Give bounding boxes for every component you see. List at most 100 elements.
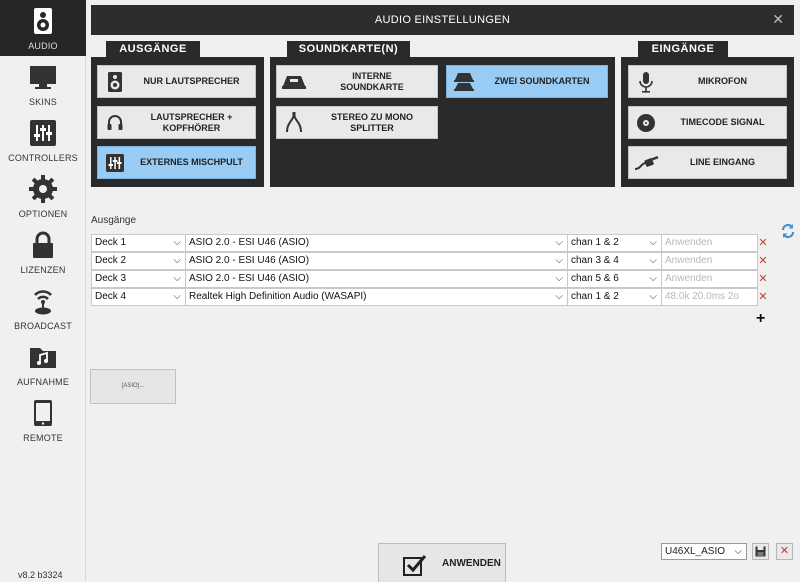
option-nur-lautsprecher[interactable]: NUR LAUTSPRECHER bbox=[97, 65, 256, 98]
panel-soundkarte: INTERNE SOUNDKARTE ZWEI SOUNDKARTEN STER… bbox=[270, 57, 615, 187]
chevron-down-icon: ⌵ bbox=[173, 237, 181, 248]
line-cable-icon bbox=[629, 147, 663, 178]
lock-icon bbox=[33, 231, 53, 258]
table-row: Deck 4 ⌵ Realtek High Definition Audio (W… bbox=[91, 288, 758, 306]
apply-label: ANWENDEN bbox=[442, 558, 501, 569]
option-timecode-signal[interactable]: TIMECODE SIGNAL bbox=[628, 106, 787, 139]
delete-preset-button[interactable]: ✕ bbox=[776, 543, 793, 560]
chevron-down-icon: ⌵ bbox=[555, 237, 563, 248]
option-interne-soundkarte[interactable]: INTERNE SOUNDKARTE bbox=[276, 65, 438, 98]
row-info: 48.0k 20.0ms 2o bbox=[661, 288, 758, 306]
option-label: NUR LAUTSPRECHER bbox=[143, 76, 240, 86]
channel-select[interactable]: chan 5 & 6 ⌵ bbox=[567, 270, 662, 288]
chevron-down-icon: ⌵ bbox=[555, 291, 563, 302]
sidebar-item-skins[interactable]: SKINS bbox=[0, 56, 86, 112]
sidebar-item-remote[interactable]: REMOTE bbox=[0, 392, 86, 448]
option-label: ZWEI SOUNDKARTEN bbox=[494, 76, 590, 86]
option-label: STEREO ZU MONO SPLITTER bbox=[330, 111, 413, 133]
row-info: Anwenden bbox=[661, 234, 758, 252]
delete-row-button[interactable]: ✕ bbox=[758, 252, 768, 270]
sidebar-item-label: LIZENZEN bbox=[20, 265, 66, 275]
vinyl-icon bbox=[629, 107, 663, 138]
sidebar-item-label: AUDIO bbox=[28, 41, 58, 51]
channel-select[interactable]: chan 3 & 4 ⌵ bbox=[567, 252, 662, 270]
panel-eingaenge: MIKROFON TIMECODE SIGNAL LINE EINGANG bbox=[621, 57, 794, 187]
chevron-down-icon: ⌵ bbox=[173, 273, 181, 284]
asio-config-button[interactable]: [ASIO]... bbox=[90, 369, 176, 404]
option-stereo-zu-mono-splitter[interactable]: STEREO ZU MONO SPLITTER bbox=[276, 106, 438, 139]
speaker-icon bbox=[34, 8, 52, 34]
panel-title-eingaenge: EINGÄNGE bbox=[638, 41, 728, 58]
chevron-down-icon: ⌵ bbox=[734, 546, 742, 557]
dual-soundcard-icon bbox=[447, 66, 481, 97]
chevron-down-icon: ⌵ bbox=[649, 291, 657, 302]
sidebar: AUDIO SKINS CONTROLLERS OPTIONEN LIZENZE… bbox=[0, 0, 86, 582]
chevron-down-icon: ⌵ bbox=[555, 255, 563, 266]
table-row: Deck 3 ⌵ ASIO 2.0 - ESI U46 (ASIO) ⌵ chan … bbox=[91, 270, 758, 288]
option-label: INTERNE SOUNDKARTE bbox=[340, 70, 404, 92]
option-label: LAUTSPRECHER + KOPFHÖRER bbox=[150, 111, 233, 133]
soundcard-icon bbox=[277, 66, 311, 97]
apply-button[interactable]: ANWENDEN bbox=[378, 543, 506, 582]
sidebar-item-lizenzen[interactable]: LIZENZEN bbox=[0, 224, 86, 280]
deck-select[interactable]: Deck 1 ⌵ bbox=[91, 234, 186, 252]
close-button[interactable]: ✕ bbox=[772, 11, 784, 27]
chevron-down-icon: ⌵ bbox=[173, 255, 181, 266]
refresh-icon[interactable] bbox=[780, 222, 796, 240]
option-mikrofon[interactable]: MIKROFON bbox=[628, 65, 787, 98]
device-select[interactable]: ASIO 2.0 - ESI U46 (ASIO) ⌵ bbox=[185, 252, 568, 270]
option-zwei-soundkarten[interactable]: ZWEI SOUNDKARTEN bbox=[446, 65, 608, 98]
option-label: TIMECODE SIGNAL bbox=[680, 117, 765, 127]
dialog-header: AUDIO EINSTELLUNGEN ✕ bbox=[91, 5, 794, 35]
panel-ausgaenge: NUR LAUTSPRECHER LAUTSPRECHER + KOPFHÖRE… bbox=[91, 57, 264, 187]
delete-row-button[interactable]: ✕ bbox=[758, 270, 768, 288]
preset-select[interactable]: U46XL_ASIO ⌵ bbox=[661, 543, 747, 560]
table-row: Deck 2 ⌵ ASIO 2.0 - ESI U46 (ASIO) ⌵ chan … bbox=[91, 252, 758, 270]
save-preset-button[interactable] bbox=[752, 543, 769, 560]
sidebar-item-label: BROADCAST bbox=[14, 321, 72, 331]
splitter-cable-icon bbox=[277, 107, 311, 138]
option-lautsprecher-kopfhoerer[interactable]: LAUTSPRECHER + KOPFHÖRER bbox=[97, 106, 256, 139]
chevron-down-icon: ⌵ bbox=[555, 273, 563, 284]
option-externes-mischpult[interactable]: EXTERNES MISCHPULT bbox=[97, 146, 256, 179]
panel-title-soundkarte: SOUNDKARTE(N) bbox=[287, 41, 410, 58]
sidebar-item-label: AUFNAHME bbox=[16, 377, 70, 387]
sidebar-item-audio[interactable]: AUDIO bbox=[0, 0, 86, 56]
floppy-disk-icon bbox=[755, 546, 766, 557]
deck-select[interactable]: Deck 3 ⌵ bbox=[91, 270, 186, 288]
device-select[interactable]: ASIO 2.0 - ESI U46 (ASIO) ⌵ bbox=[185, 234, 568, 252]
gear-icon bbox=[29, 175, 57, 203]
device-select[interactable]: ASIO 2.0 - ESI U46 (ASIO) ⌵ bbox=[185, 270, 568, 288]
sidebar-item-label: SKINS bbox=[28, 97, 57, 107]
headphones-icon bbox=[98, 107, 132, 138]
sidebar-item-optionen[interactable]: OPTIONEN bbox=[0, 168, 86, 224]
monitor-icon bbox=[30, 66, 56, 89]
delete-row-button[interactable]: ✕ bbox=[758, 234, 768, 252]
device-select[interactable]: Realtek High Definition Audio (WASAPI) ⌵ bbox=[185, 288, 568, 306]
chevron-down-icon: ⌵ bbox=[649, 255, 657, 266]
channel-select[interactable]: chan 1 & 2 ⌵ bbox=[567, 288, 662, 306]
sidebar-item-label: OPTIONEN bbox=[18, 209, 68, 219]
option-label: LINE EINGANG bbox=[689, 157, 755, 167]
deck-select[interactable]: Deck 4 ⌵ bbox=[91, 288, 186, 306]
sidebar-item-label: CONTROLLERS bbox=[8, 153, 78, 163]
add-row-button[interactable]: + bbox=[756, 310, 765, 328]
chevron-down-icon: ⌵ bbox=[649, 273, 657, 284]
chevron-down-icon: ⌵ bbox=[173, 291, 181, 302]
deck-select[interactable]: Deck 2 ⌵ bbox=[91, 252, 186, 270]
sidebar-item-controllers[interactable]: CONTROLLERS bbox=[0, 112, 86, 168]
dialog-title: AUDIO EINSTELLUNGEN bbox=[374, 14, 511, 26]
music-folder-icon bbox=[30, 348, 56, 368]
chevron-down-icon: ⌵ bbox=[649, 237, 657, 248]
sidebar-item-broadcast[interactable]: BROADCAST bbox=[0, 280, 86, 336]
version-label: v8.2 b3324 bbox=[18, 570, 63, 580]
channel-select[interactable]: chan 1 & 2 ⌵ bbox=[567, 234, 662, 252]
option-line-eingang[interactable]: LINE EINGANG bbox=[628, 146, 787, 179]
speaker-icon bbox=[98, 66, 132, 97]
section-label-ausgaenge: Ausgänge bbox=[91, 215, 137, 226]
tablet-icon bbox=[34, 400, 52, 426]
delete-row-button[interactable]: ✕ bbox=[758, 288, 768, 306]
mixer-icon bbox=[98, 147, 132, 178]
option-label: MIKROFON bbox=[698, 76, 747, 86]
sidebar-item-aufnahme[interactable]: AUFNAHME bbox=[0, 336, 86, 392]
